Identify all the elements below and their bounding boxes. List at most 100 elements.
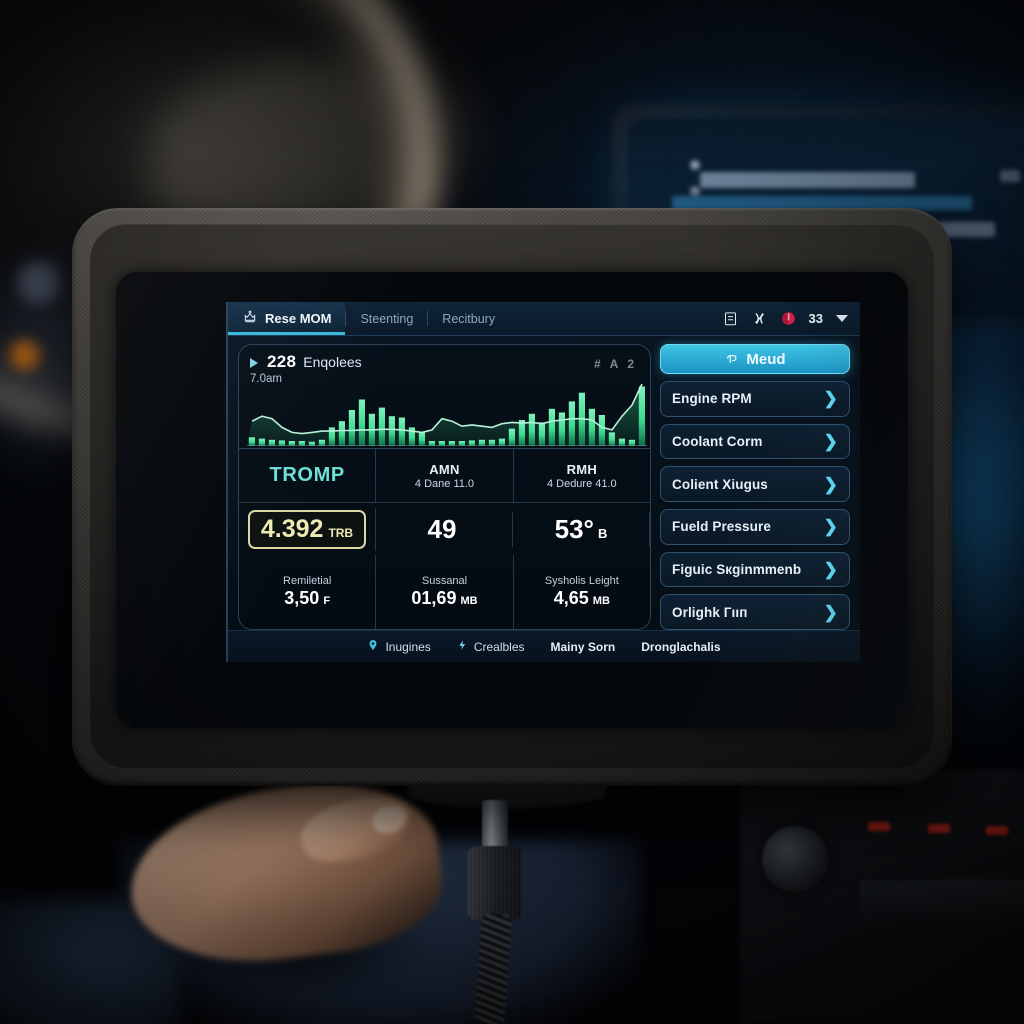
console-led [928, 824, 950, 833]
bottom-item-label: Mainy Sorn [550, 639, 616, 654]
tab-steenting[interactable]: Steenting [346, 302, 427, 335]
metric-cell[interactable]: TROMP [239, 449, 377, 502]
status-area: 33 [723, 310, 860, 327]
metric-cell[interactable]: Sysholis Leight 4,65 MB [514, 555, 650, 629]
chart-glyph: 2 [627, 357, 634, 371]
device-screen: Rese MOM Steenting Recitbury 33 228 Enqo… [116, 272, 908, 728]
metric-value: 01,69 [411, 588, 457, 608]
bolt-icon [457, 638, 468, 655]
metrics-grid: TROMP AMN 4 Dane 11.0 RMH 4 Dedure 41.0 [239, 448, 650, 629]
highlighted-value: 4.392 TRB [247, 509, 367, 549]
chart-title-label: Enqolees [303, 354, 362, 370]
metric-cell[interactable]: Sussanal 01,69 MB [376, 555, 514, 629]
bottom-item-label: Dronglachalis [641, 639, 721, 654]
cluster-gauge-light [18, 262, 60, 304]
metric-subtitle: 4 Dedure 41.0 [546, 477, 617, 490]
bottom-item-label: Inugines [385, 639, 431, 654]
mount-adjust-knob [468, 846, 522, 920]
power-status-icon [781, 311, 796, 326]
sidebar-item-label: Colient Xiugus [672, 476, 768, 492]
metric-cell[interactable]: 53° B [513, 511, 650, 547]
live-data-chart: 228 Enqolees 7.0am # A 2 [239, 345, 650, 448]
metric-title: RMH [566, 461, 598, 477]
metrics-title-row: TROMP AMN 4 Dane 11.0 RMH 4 Dedure 41.0 [239, 449, 650, 503]
console-led [986, 826, 1008, 835]
metric-unit: F [323, 595, 331, 607]
metric-cell[interactable]: Remiletial 3,50 F [239, 555, 377, 629]
metric-value: 53° [554, 513, 594, 544]
diagnostic-app: Rese MOM Steenting Recitbury 33 228 Enqo… [226, 302, 860, 662]
metrics-secondary-row: Remiletial 3,50 F Sussanal 01,69 MB Sysh… [239, 555, 650, 629]
metric-title: TROMP [269, 464, 345, 486]
metric-label: Sysholis Leight [544, 575, 619, 587]
metric-subtitle: 4 Dane 11.0 [414, 477, 475, 490]
sidebar-item-colient-xiugus[interactable]: Colient Xiugus ❯ [660, 466, 850, 503]
sidebar-item-label: Fueld Pressure [672, 519, 771, 535]
sidebar-primary-label: Meud [746, 350, 786, 368]
screen-letterbox-bottom [116, 656, 908, 728]
metric-title: AMN [429, 461, 460, 477]
sidebar-item-label: Engine RPM [672, 391, 752, 407]
amber-warning-light [10, 340, 40, 370]
metric-cell[interactable]: 4.392 TRB [239, 507, 376, 551]
metric-unit: MB [460, 595, 478, 607]
list-view-icon[interactable] [723, 310, 738, 327]
chevron-right-icon: ❯ [823, 560, 838, 580]
bottom-item-dronglachalis[interactable]: Dronglachalis [641, 640, 720, 654]
metric-unit: B [597, 525, 608, 541]
bottom-item-mainy-sorn[interactable]: Mainy Sorn [551, 640, 616, 654]
app-body: 228 Enqolees 7.0am # A 2 TROMP AMN 4 Dan… [228, 336, 860, 631]
chart-title-number: 228 [267, 352, 297, 371]
sidebar-item-fueld-pressure[interactable]: Fueld Pressure ❯ [660, 509, 850, 545]
left-column: 228 Enqolees 7.0am # A 2 TROMP AMN 4 Dan… [238, 344, 651, 630]
tab-rese-mom[interactable]: Rese MOM [228, 302, 346, 335]
metric-value-group: 53° B [555, 514, 608, 545]
bottom-item-inugines[interactable]: Inugines [367, 638, 431, 655]
sidebar-item-label: Coolant Corm [672, 434, 763, 449]
data-card: 228 Enqolees 7.0am # A 2 TROMP AMN 4 Dan… [238, 344, 651, 630]
metric-value: 49 [427, 513, 457, 544]
console-knob [762, 826, 828, 892]
metric-label: Remiletial [283, 575, 332, 587]
sidebar-item-label: Orlighk Гııп [672, 604, 748, 620]
sidebar-item-label: Figuic Sкginmmenb [672, 562, 802, 578]
screen-letterbox-left [116, 272, 226, 728]
chart-header: 228 Enqolees [250, 352, 641, 372]
chevron-right-icon: ❯ [823, 602, 838, 622]
metric-label: Sussanal [421, 575, 468, 587]
metric-cell[interactable]: 49 [376, 511, 513, 547]
sidebar-primary-button[interactable]: Meud [660, 344, 850, 374]
bluetooth-link-icon[interactable] [751, 310, 768, 327]
metric-value-group: 01,69 MB [411, 588, 477, 609]
infotainment-dot-blur [690, 160, 700, 170]
battery-value: 33 [808, 311, 823, 326]
chevron-right-icon: ❯ [823, 474, 838, 494]
screen-letterbox-right [862, 272, 908, 728]
metric-unit: MB [592, 595, 610, 607]
metric-value-group: 49 [428, 514, 461, 545]
metric-value: 4,65 [553, 588, 589, 608]
tab-label: Rese MOM [265, 311, 332, 326]
chart-plot [247, 384, 647, 446]
sidebar-item-figuic-sginmmenb[interactable]: Figuic Sкginmmenb ❯ [660, 551, 850, 588]
tab-label: Steenting [360, 311, 414, 326]
play-triangle-icon [250, 358, 258, 368]
bottom-item-crealbles[interactable]: Crealbles [457, 638, 525, 655]
chevron-down-icon[interactable] [836, 315, 848, 322]
sidebar-item-coolant-corm[interactable]: Coolant Corm ❯ [660, 423, 850, 460]
metric-cell[interactable]: RMH 4 Dedure 41.0 [514, 449, 650, 502]
bottom-item-label: Crealbles [473, 639, 525, 654]
chevron-right-icon: ❯ [823, 389, 838, 409]
infotainment-text-blur [700, 172, 915, 188]
sidebar-item-orlighk[interactable]: Orlighk Гııп ❯ [660, 594, 850, 631]
cloud-pin-icon [724, 350, 739, 369]
sidebar-item-engine-rpm[interactable]: Engine RPM ❯ [660, 381, 850, 417]
chevron-right-icon: ❯ [823, 517, 838, 537]
bottom-status-bar: Inugines Crealbles Mainy Sorn Dronglacha… [228, 630, 860, 662]
obd-scanner-device: Rese MOM Steenting Recitbury 33 228 Enqo… [72, 208, 952, 786]
console-led [868, 822, 890, 831]
location-pin-icon [367, 638, 379, 655]
tab-recitbury[interactable]: Recitbury [428, 302, 509, 335]
metric-cell[interactable]: AMN 4 Dane 11.0 [376, 449, 514, 502]
sidebar-menu: Meud Engine RPM ❯ Coolant Corm ❯ Colient… [660, 344, 852, 631]
